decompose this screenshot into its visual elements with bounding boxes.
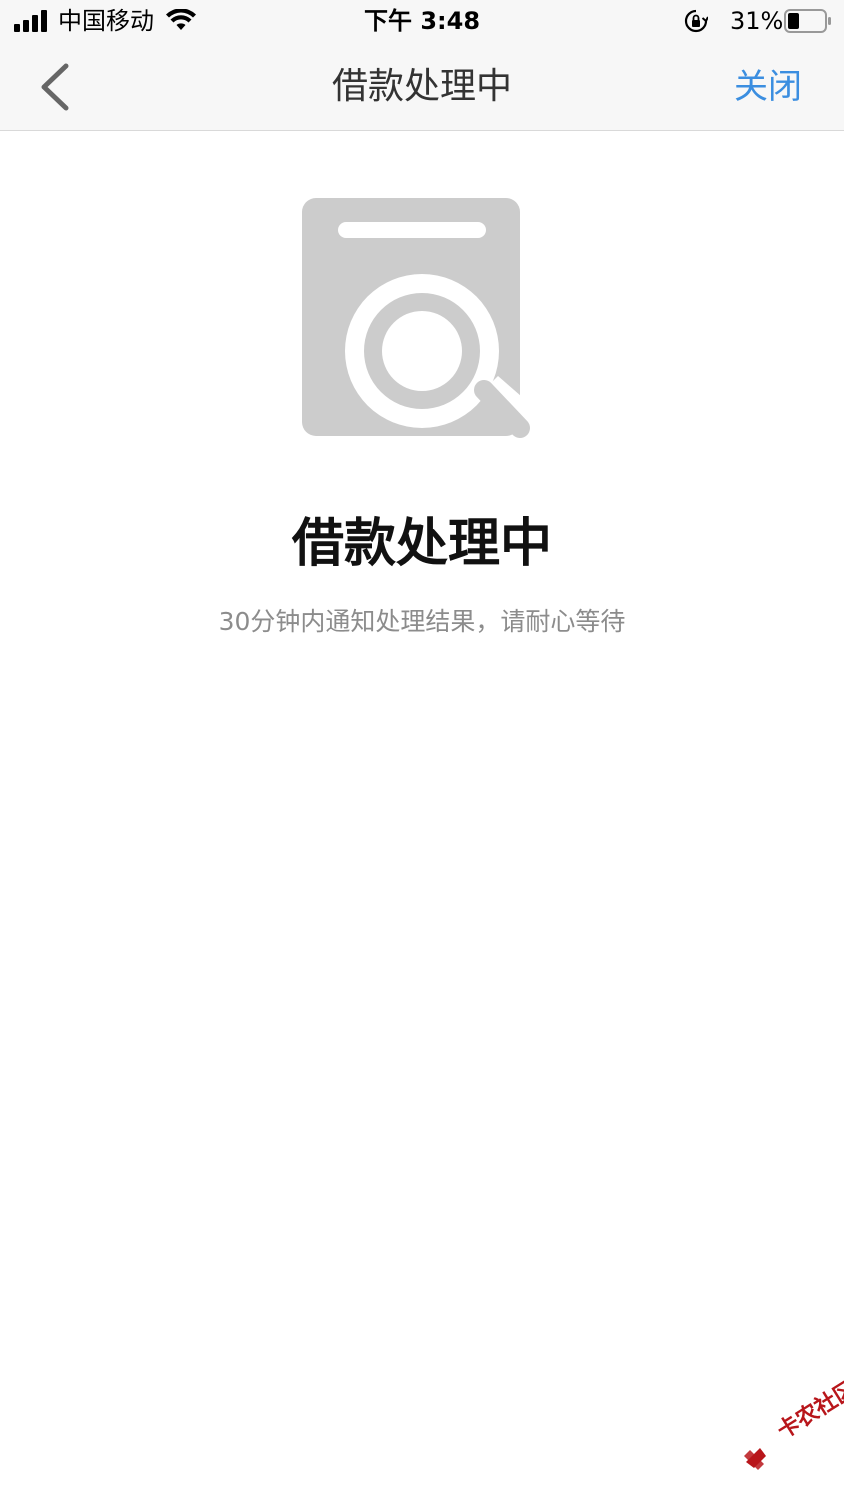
status-bar: 中国移动 下午 3:48 31% — [0, 0, 844, 44]
status-time: 下午 3:48 — [363, 7, 481, 35]
close-button[interactable]: 关闭 — [734, 62, 802, 112]
status-heading: 借款处理中 — [291, 514, 552, 574]
status-description: 30分钟内通知处理结果，请耐心等待 — [218, 607, 626, 636]
document-search-icon — [302, 198, 544, 438]
navigation-bar: 借款处理中 关闭 — [0, 44, 844, 131]
battery-percent: 31% — [730, 7, 784, 35]
page-title: 借款处理中 — [331, 66, 512, 107]
screen: 中国移动 下午 3:48 31% 借款处理中 关闭 借款处理中 30分钟内通知处… — [0, 0, 844, 1500]
orientation-lock-icon — [684, 9, 708, 33]
battery-icon — [784, 9, 831, 33]
